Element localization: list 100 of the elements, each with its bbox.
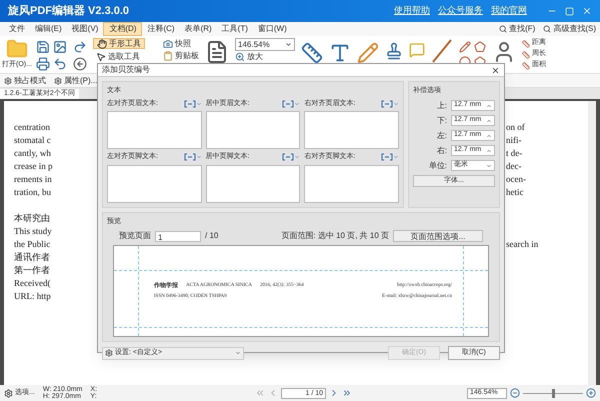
polygon-icon[interactable]: [474, 41, 486, 53]
search-icon: [543, 25, 552, 33]
first-page-icon[interactable]: [255, 388, 266, 398]
document-text: nifi-: [506, 134, 522, 147]
document-text: URL: http: [14, 290, 52, 303]
tool-button[interactable]: 选取工具: [93, 51, 145, 62]
document-text: cantly, wh: [14, 147, 52, 160]
menu-item[interactable]: 视图(V): [66, 22, 104, 36]
search-button[interactable]: 查找(F): [499, 23, 536, 35]
preview-page-field[interactable]: 1: [155, 230, 201, 242]
macro-icon[interactable]: [380, 100, 399, 108]
unit-label: 单位:: [428, 160, 447, 172]
spinner-icon[interactable]: [486, 132, 492, 138]
subbar-button[interactable]: 属性(P)...: [54, 74, 98, 86]
document-text: rements in: [14, 173, 52, 186]
document-text: search in: [506, 238, 540, 251]
document-text: crease in p: [14, 160, 52, 173]
caret-icon: [486, 162, 492, 168]
document-text: centration: [14, 121, 51, 134]
text-input[interactable]: [304, 164, 399, 202]
text-input[interactable]: [206, 111, 300, 149]
document-text: This study: [14, 225, 52, 238]
pencil-icon[interactable]: [459, 41, 471, 53]
maximize-icon[interactable]: [565, 6, 574, 16]
caret-icon: [235, 350, 241, 356]
image-icon[interactable]: [53, 40, 67, 54]
document-text: stomatal c: [14, 134, 52, 147]
document-text: Received(: [14, 277, 52, 290]
zoom-in-button[interactable]: 放大: [235, 52, 295, 62]
zoom-slider-thumb[interactable]: [552, 388, 555, 398]
undo-icon[interactable]: [53, 57, 67, 71]
pointer-icon: [96, 52, 106, 62]
preview-page-label: 预览页面: [119, 230, 151, 242]
spinner-icon[interactable]: [486, 148, 492, 154]
margin-label: 右:: [436, 144, 447, 156]
document-text: 通讯作者: [14, 251, 51, 264]
document-text: tration, bu: [14, 186, 52, 199]
menu-item[interactable]: 注释(C): [142, 22, 180, 36]
clipboard-button[interactable]: 剪贴板: [163, 50, 199, 61]
menu-item[interactable]: 文件: [4, 22, 30, 36]
page-icon[interactable]: [205, 40, 229, 64]
page-range-button[interactable]: 页面范围选项...: [393, 230, 483, 242]
margin-label: 上:: [436, 100, 447, 112]
snapshot-button[interactable]: 快照: [163, 38, 199, 49]
ruler-icon[interactable]: [301, 42, 323, 64]
caret-icon: [285, 41, 292, 48]
tool-button[interactable]: 手形工具: [93, 38, 145, 49]
menu-item[interactable]: 表单(R): [180, 22, 217, 36]
scrollbar[interactable]: [588, 101, 596, 385]
header-link[interactable]: 公众号服务: [438, 4, 483, 18]
document-text: hetic: [506, 186, 524, 199]
zoom-select[interactable]: 146.54%: [235, 38, 295, 51]
last-page-icon[interactable]: [342, 388, 352, 398]
text-input[interactable]: [206, 164, 300, 202]
dialog-title: 添加贝茨编号: [102, 64, 150, 76]
spinner-icon[interactable]: [486, 102, 492, 108]
menu-item[interactable]: 编辑(E): [30, 22, 67, 36]
stamp-icon[interactable]: [385, 42, 403, 60]
measure-icon: [522, 40, 530, 48]
document-text: ocen-: [506, 173, 527, 186]
window-title: 旋风PDF编辑器 V2.3.0.0: [8, 4, 130, 19]
menu-item[interactable]: 窗口(W): [252, 22, 292, 36]
line-icon[interactable]: [431, 38, 453, 64]
measure-icon: [522, 62, 530, 70]
close-icon[interactable]: [491, 66, 500, 74]
back-icon[interactable]: [73, 57, 87, 71]
menu-item[interactable]: 文档(D): [103, 22, 142, 36]
settings-icon: [4, 388, 13, 398]
save-icon[interactable]: [36, 40, 50, 54]
zoom-out-icon[interactable]: [510, 388, 520, 398]
document-text: 第一作者: [14, 264, 51, 277]
header-link[interactable]: 使用帮助: [394, 4, 430, 18]
search-button[interactable]: 高级查找(S): [543, 23, 596, 35]
menu-item[interactable]: 工具(T): [216, 22, 253, 36]
hand-icon: [97, 38, 107, 48]
measure-icon: [522, 50, 530, 58]
pencil-icon[interactable]: [357, 42, 379, 64]
redo-icon[interactable]: [73, 40, 87, 54]
macro-icon[interactable]: [184, 153, 202, 162]
macro-icon[interactable]: [184, 100, 202, 108]
macro-icon[interactable]: [380, 153, 399, 162]
document-text: on of: [506, 121, 526, 134]
settings-icon: [54, 76, 62, 84]
text-input[interactable]: [304, 111, 399, 149]
macro-icon[interactable]: [282, 153, 300, 162]
page-range-text: 页面范围: 选中 10 页, 共 10 页: [281, 230, 389, 242]
text-icon[interactable]: [329, 42, 351, 64]
header-link[interactable]: 我的官网: [491, 4, 527, 18]
zoom-in-icon[interactable]: [586, 388, 596, 398]
document-text: the Public: [14, 238, 52, 251]
settings-icon: [105, 349, 113, 357]
spinner-icon[interactable]: [486, 118, 492, 124]
document-text: t de-: [506, 147, 524, 160]
subbar-button[interactable]: 独占模式: [4, 74, 46, 86]
camera-icon: [163, 38, 173, 48]
print-icon[interactable]: [36, 57, 50, 71]
macro-icon[interactable]: [282, 100, 300, 108]
clipboard-icon: [163, 50, 173, 60]
text-input[interactable]: [107, 111, 202, 149]
text-input[interactable]: [107, 164, 202, 202]
